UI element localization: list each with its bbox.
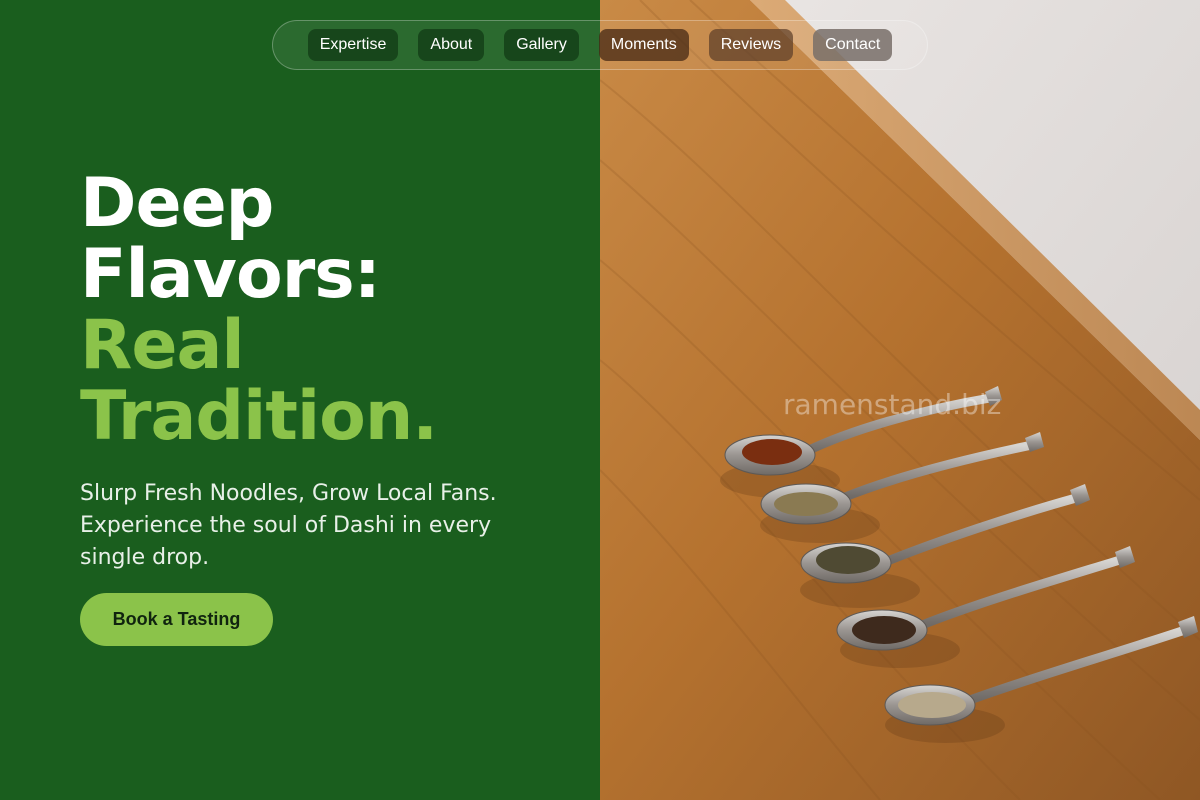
- nav-item-reviews[interactable]: Reviews: [708, 29, 794, 61]
- watermark-text: ramenstand.biz: [783, 388, 1002, 421]
- nav-item-about[interactable]: About: [418, 29, 485, 61]
- nav-item-gallery[interactable]: Gallery: [504, 29, 579, 61]
- headline-accent-line-2: Tradition.: [80, 377, 438, 456]
- top-navigation: Expertise About Gallery Moments Reviews …: [272, 20, 928, 70]
- headline-line-2: Flavors:: [80, 235, 381, 314]
- book-tasting-button[interactable]: Book a Tasting: [80, 593, 273, 646]
- hero-subtext: Slurp Fresh Noodles, Grow Local Fans. Ex…: [80, 481, 497, 570]
- nav-item-moments[interactable]: Moments: [598, 29, 689, 61]
- nav-item-contact[interactable]: Contact: [813, 29, 893, 61]
- headline-accent-line-1: Real: [80, 306, 245, 385]
- hero-headline: Deep Flavors: Real Tradition.: [80, 164, 438, 456]
- headline-line-1: Deep: [80, 164, 274, 243]
- nav-item-expertise[interactable]: Expertise: [307, 29, 399, 61]
